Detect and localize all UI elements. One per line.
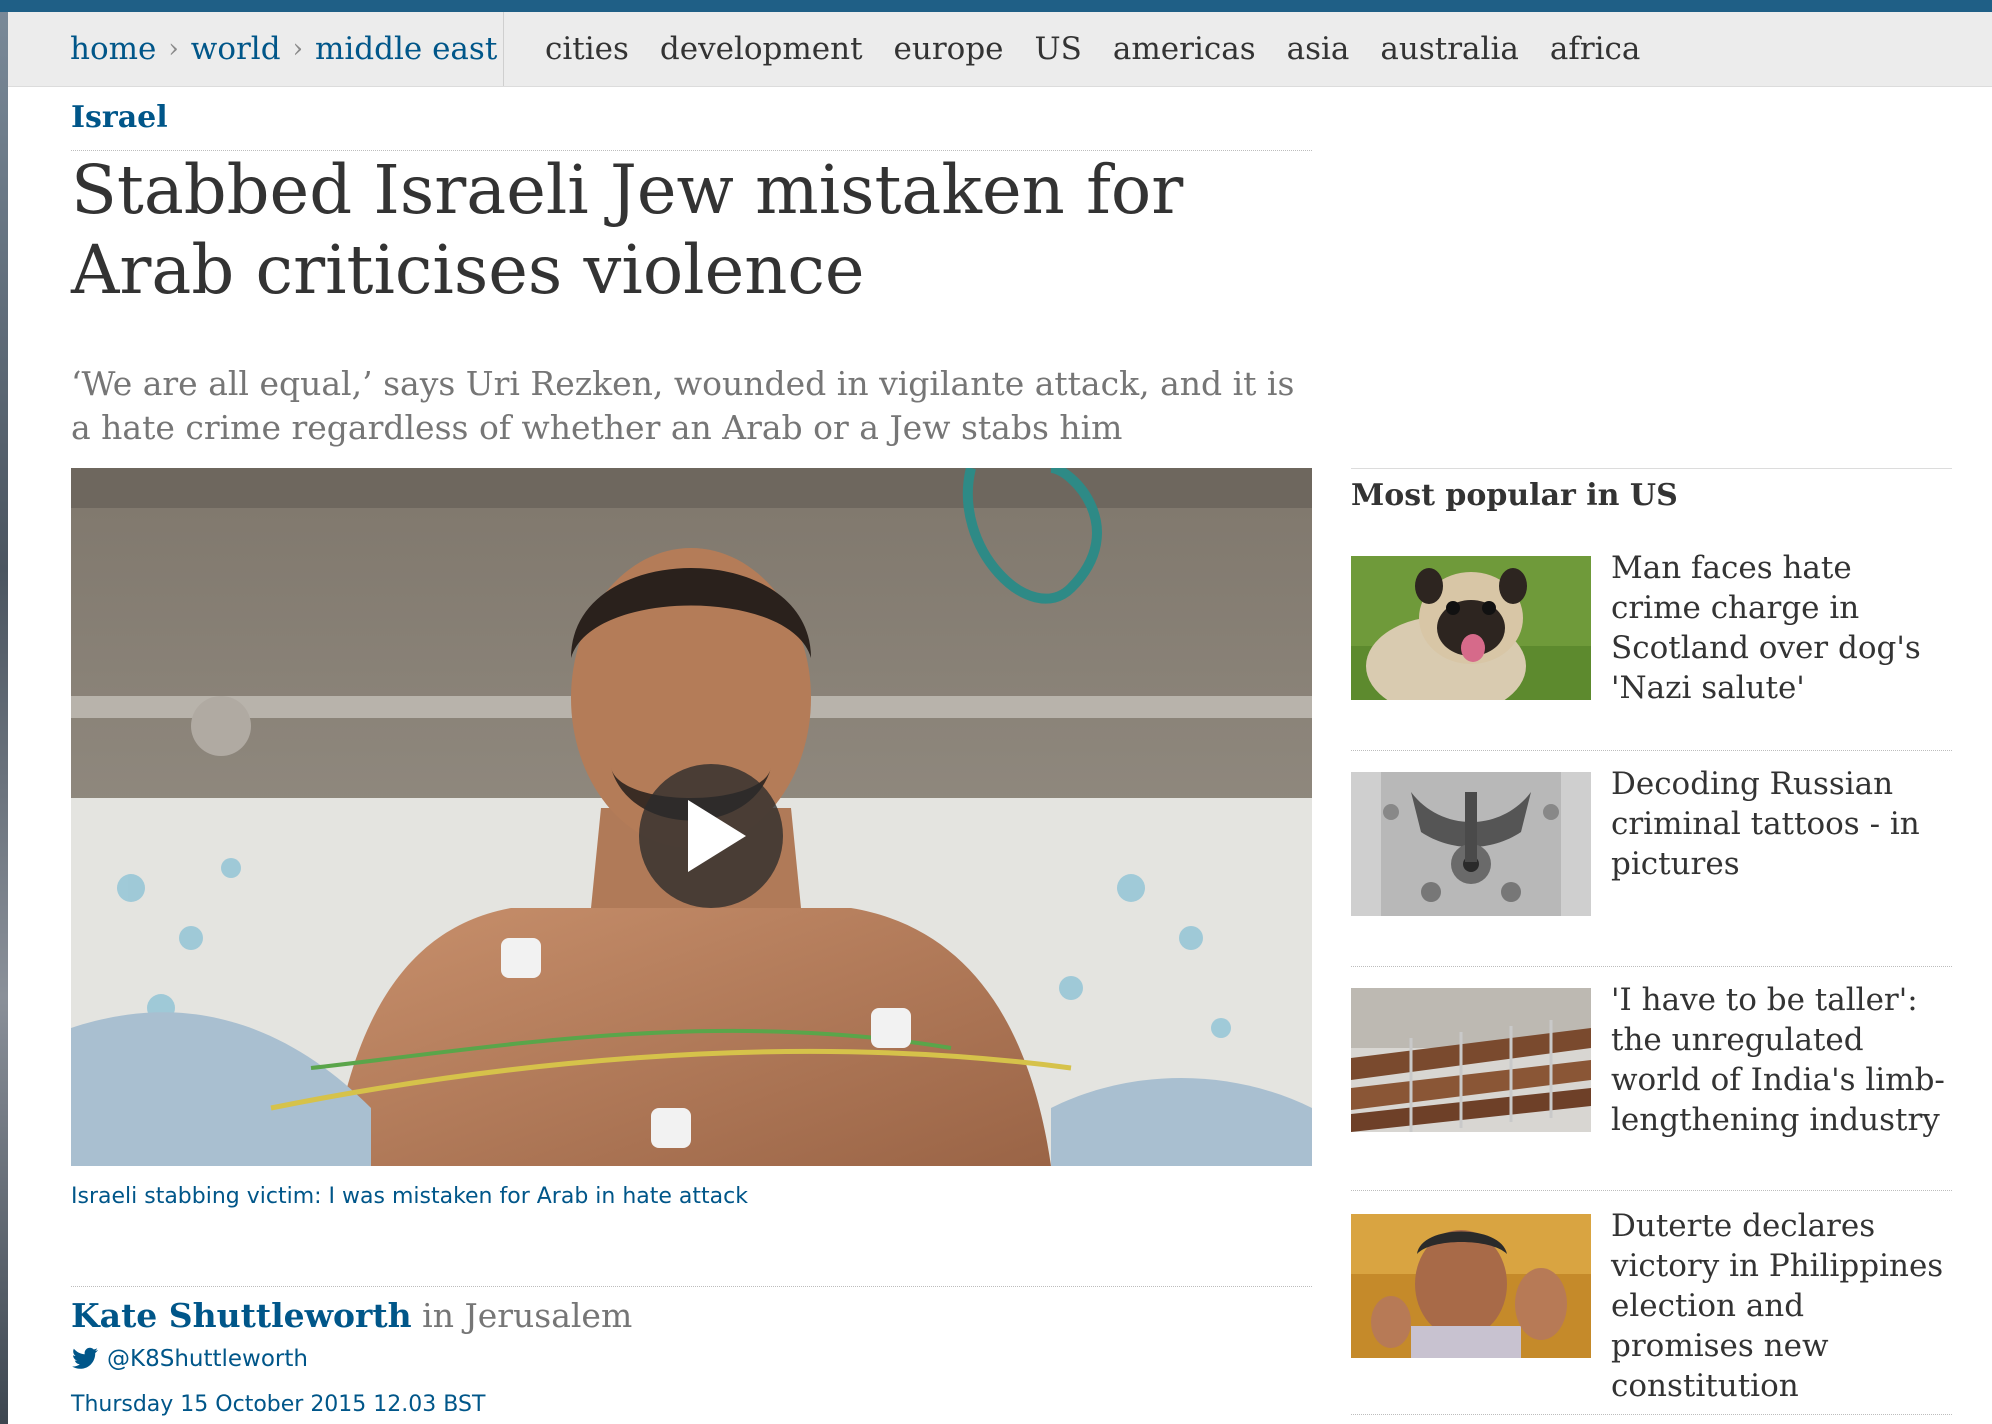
legs-photo[interactable] [1351, 988, 1591, 1132]
chevron-right-icon: › [168, 34, 179, 64]
section-europe[interactable]: europe [894, 31, 1004, 67]
tattoo-photo[interactable] [1351, 772, 1591, 916]
sidebar-title: Most popular in US [1351, 478, 1678, 513]
section-development[interactable]: development [660, 31, 863, 67]
popular-divider [1351, 750, 1952, 751]
section-asia[interactable]: asia [1287, 31, 1350, 67]
popular-item-title[interactable]: Duterte declares victory in Philippines … [1611, 1206, 1951, 1406]
article-kicker[interactable]: Israel [71, 100, 168, 135]
breadcrumb: home › world › middle east [70, 12, 497, 86]
navigation-bar: home › world › middle east cities develo… [8, 12, 1992, 87]
sidebar-top-rule [1351, 468, 1952, 469]
twitter-link[interactable]: @K8Shuttleworth [71, 1346, 308, 1372]
author-location: in Jerusalem [422, 1296, 633, 1335]
article-headline: Stabbed Israeli Jew mistaken for Arab cr… [71, 151, 1184, 309]
article-standfirst: ‘We are all equal,’ says Uri Rezken, wou… [71, 364, 1295, 447]
chevron-right-icon: › [292, 34, 303, 64]
section-australia[interactable]: australia [1380, 31, 1518, 67]
duterte-photo[interactable] [1351, 1214, 1591, 1358]
section-cities[interactable]: cities [545, 31, 629, 67]
section-americas[interactable]: americas [1113, 31, 1256, 67]
popular-item-title[interactable]: Man faces hate crime charge in Scotland … [1611, 548, 1951, 708]
section-links: cities development europe US americas as… [545, 12, 1671, 86]
video-caption[interactable]: Israeli stabbing victim: I was mistaken … [71, 1184, 748, 1209]
byline: Kate Shuttleworth in Jerusalem [71, 1296, 632, 1335]
video-still [71, 468, 1312, 1166]
twitter-bird-icon [72, 1347, 98, 1369]
breadcrumb-home[interactable]: home [70, 31, 156, 67]
breadcrumb-middle-east[interactable]: middle east [315, 31, 497, 67]
section-us[interactable]: US [1035, 31, 1082, 67]
popular-divider [1351, 1414, 1952, 1415]
nav-divider [503, 12, 504, 86]
popular-divider [1351, 1190, 1952, 1191]
browser-edge [0, 0, 8, 1424]
section-africa[interactable]: africa [1550, 31, 1641, 67]
author-name[interactable]: Kate Shuttleworth [71, 1296, 412, 1335]
publish-date: Thursday 15 October 2015 12.03 BST [71, 1392, 486, 1417]
popular-item-title[interactable]: Decoding Russian criminal tattoos - in p… [1611, 764, 1951, 884]
byline-divider [71, 1286, 1312, 1287]
video-player[interactable] [71, 468, 1312, 1166]
top-accent-bar [0, 0, 1992, 12]
twitter-handle[interactable]: @K8Shuttleworth [107, 1346, 308, 1372]
popular-divider [1351, 966, 1952, 967]
popular-item-title[interactable]: 'I have to be taller': the unregulated w… [1611, 980, 1951, 1140]
breadcrumb-world[interactable]: world [191, 31, 281, 67]
pug-photo[interactable] [1351, 556, 1591, 700]
